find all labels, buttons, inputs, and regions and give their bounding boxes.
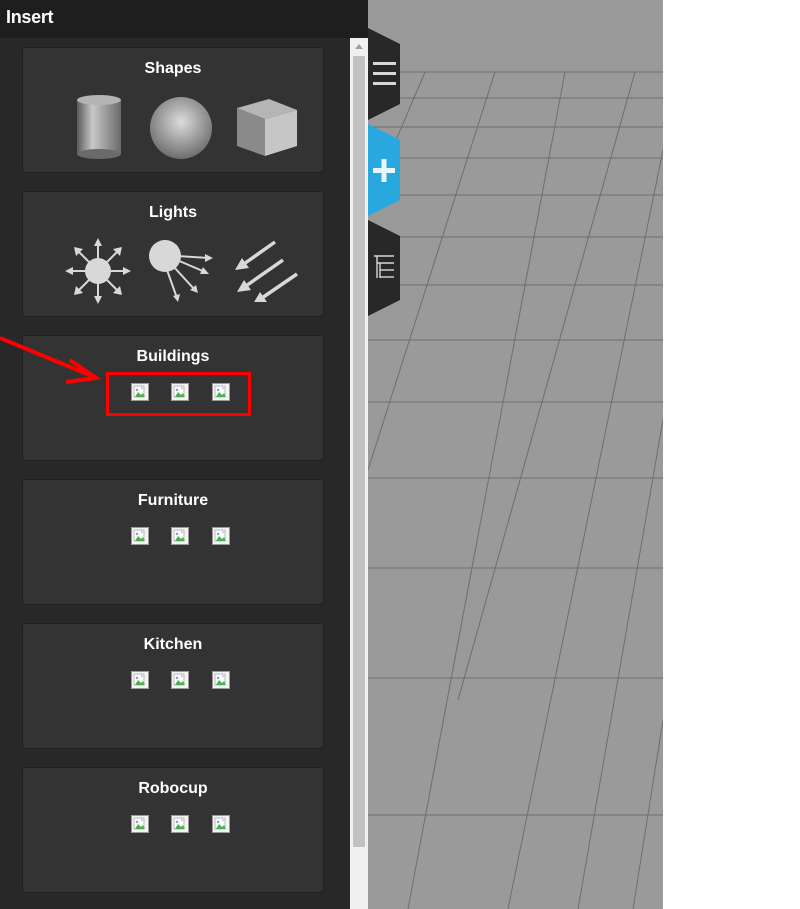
broken-image-icon[interactable] <box>212 527 230 545</box>
side-tabs <box>368 0 408 909</box>
spot-light-icon[interactable] <box>147 236 217 306</box>
ground-grid <box>368 71 663 909</box>
broken-image-icon[interactable] <box>171 815 189 833</box>
annotation-highlight-box <box>106 372 251 416</box>
section-lights: Lights <box>22 191 324 317</box>
point-light-icon[interactable] <box>63 236 133 306</box>
panel-header: Insert <box>0 0 368 38</box>
sphere-icon[interactable] <box>149 96 213 160</box>
insert-panel: Insert Shapes Lights Buildings Furniture… <box>0 0 368 909</box>
annotation-arrow <box>0 336 102 384</box>
scroll-up-arrow-icon[interactable] <box>350 38 368 54</box>
3d-viewport[interactable] <box>368 0 663 909</box>
section-title: Lights <box>149 204 197 221</box>
cylinder-icon[interactable] <box>73 94 125 160</box>
section-title: Shapes <box>144 60 202 77</box>
section-title: Furniture <box>137 492 209 509</box>
tab-insert[interactable] <box>368 124 408 216</box>
broken-image-icon[interactable] <box>131 671 149 689</box>
section-shapes: Shapes <box>22 47 324 173</box>
broken-image-icon[interactable] <box>212 815 230 833</box>
scrollbar[interactable] <box>350 38 368 909</box>
box-icon[interactable] <box>235 96 299 158</box>
broken-image-icon[interactable] <box>131 815 149 833</box>
broken-image-icon[interactable] <box>171 671 189 689</box>
broken-image-icon[interactable] <box>212 671 230 689</box>
tab-menu[interactable] <box>368 28 408 120</box>
panel-title: Insert <box>6 7 54 27</box>
broken-image-icon[interactable] <box>171 527 189 545</box>
directional-light-icon[interactable] <box>231 238 303 302</box>
scrollbar-thumb[interactable] <box>353 56 365 847</box>
tab-tree[interactable] <box>368 220 408 316</box>
broken-image-icon[interactable] <box>131 527 149 545</box>
section-title: Robocup <box>138 780 208 797</box>
section-title: Kitchen <box>143 636 203 653</box>
